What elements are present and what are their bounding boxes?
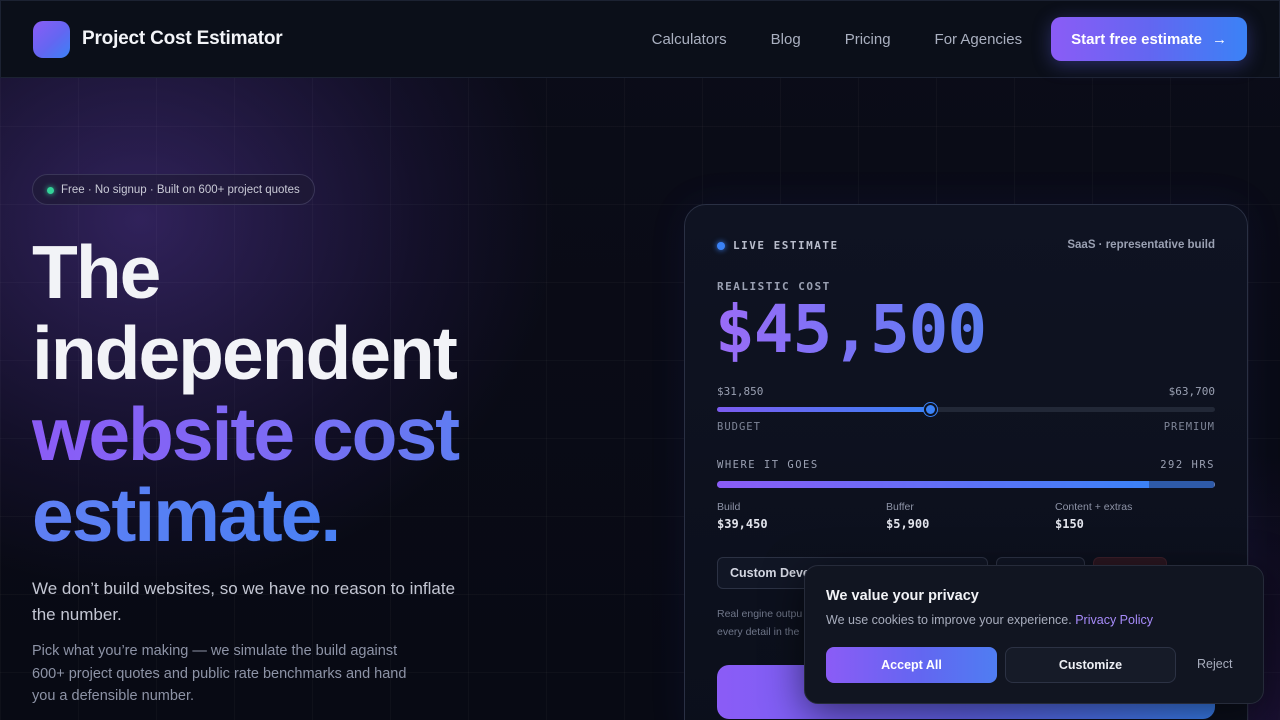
- breakdown-buffer-label: Buffer: [886, 501, 914, 513]
- cookie-title: We value your privacy: [826, 588, 979, 604]
- headline-line-3: website cost: [32, 394, 552, 475]
- nav-link-pricing[interactable]: Pricing: [845, 31, 891, 48]
- live-estimate-text: LIVE ESTIMATE: [733, 239, 839, 252]
- realistic-cost-value: $45,500: [715, 291, 987, 368]
- hero-subtitle: We don’t build websites, so we have no r…: [32, 579, 456, 624]
- where-it-goes-label: WHERE IT GOES: [717, 459, 819, 471]
- allocation-build-segment: [717, 481, 1149, 488]
- build-type-label: Custom Devel: [730, 566, 814, 580]
- budget-slider[interactable]: [717, 403, 1215, 416]
- hero-description: Pick what you’re making — we simulate th…: [32, 643, 407, 704]
- headline-line-2: independent: [32, 311, 458, 395]
- nav-links: Calculators Blog Pricing For Agencies St…: [652, 17, 1247, 61]
- budget-slider-fill: [717, 407, 931, 412]
- total-hours: 292 HRS: [1160, 459, 1215, 471]
- top-navbar: Project Cost Estimator Calculators Blog …: [0, 0, 1280, 78]
- premium-label: PREMIUM: [1163, 421, 1215, 433]
- engine-note: Real engine outpu every detail in the: [717, 608, 803, 638]
- breakdown-buffer-value: $5,900: [886, 517, 930, 531]
- nav-link-calculators[interactable]: Calculators: [652, 31, 727, 48]
- cookie-banner: We value your privacy We use cookies to …: [804, 565, 1264, 704]
- headline-line-4: estimate.: [32, 475, 552, 556]
- privacy-policy-link[interactable]: Privacy Policy: [1075, 613, 1153, 627]
- breakdown-buffer: Buffer $5,900: [886, 501, 929, 531]
- brand-logo-icon[interactable]: [33, 20, 70, 58]
- headline-line-1: The: [32, 230, 161, 314]
- breakdown-extras-value: $150: [1055, 517, 1084, 531]
- brand-name[interactable]: Project Cost Estimator: [82, 28, 283, 50]
- breakdown-extras: Content + extras $150: [1055, 501, 1132, 531]
- allocation-buffer-segment: [1148, 481, 1214, 488]
- hero-headline: The independent website cost estimate.: [32, 232, 552, 556]
- live-dot-icon: [717, 241, 725, 250]
- allocation-bar: [717, 481, 1215, 488]
- customize-button[interactable]: Customize: [1005, 647, 1176, 683]
- range-low-value: $31,850: [717, 385, 764, 398]
- nav-link-blog[interactable]: Blog: [771, 31, 801, 48]
- breakdown-build: Build $39,450: [717, 501, 768, 531]
- cookie-text: We use cookies to improve your experienc…: [826, 613, 1153, 627]
- arrow-right-icon: →: [1212, 30, 1227, 48]
- range-high-value: $63,700: [1168, 385, 1215, 398]
- cookie-text-body: We use cookies to improve your experienc…: [826, 613, 1072, 627]
- breakdown-extras-label: Content + extras: [1055, 501, 1133, 513]
- breakdown-build-label: Build: [717, 501, 741, 513]
- project-type: SaaS · representative build: [1067, 239, 1215, 251]
- hero-badge: Free · No signup · Built on 600+ project…: [32, 174, 315, 205]
- hero-badge-text: Free · No signup · Built on 600+ project…: [61, 183, 300, 196]
- start-free-estimate-button[interactable]: Start free estimate →: [1051, 17, 1247, 61]
- accept-all-button[interactable]: Accept All: [826, 647, 997, 683]
- start-free-estimate-label: Start free estimate: [1071, 30, 1202, 48]
- nav-link-for-agencies[interactable]: For Agencies: [935, 31, 1023, 48]
- breakdown-build-value: $39,450: [717, 517, 768, 531]
- status-dot-icon: [47, 187, 54, 194]
- reject-button[interactable]: Reject: [1197, 657, 1232, 671]
- live-estimate-label: LIVE ESTIMATE: [717, 239, 839, 252]
- budget-label: BUDGET: [717, 421, 761, 433]
- budget-slider-thumb[interactable]: [924, 403, 938, 416]
- allocation-extras-segment: [1213, 481, 1215, 488]
